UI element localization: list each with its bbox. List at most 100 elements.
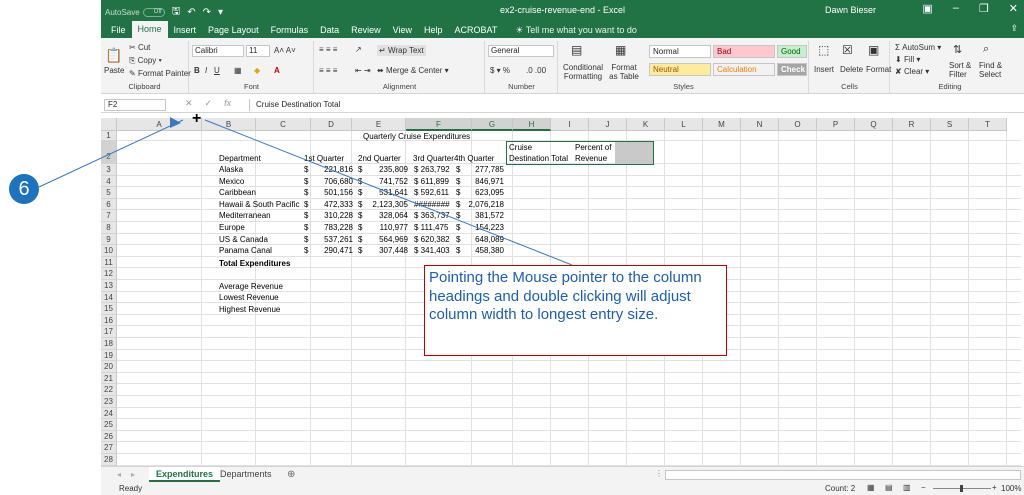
row-header[interactable]: 11: [101, 256, 117, 269]
row-header[interactable]: 4: [101, 175, 117, 188]
q3-value-cell[interactable]: $ 620,382: [414, 234, 450, 245]
sheet-tab-departments[interactable]: Departments: [213, 467, 279, 482]
currency-symbol[interactable]: $: [358, 176, 362, 187]
column-header[interactable]: A: [117, 118, 202, 131]
average-revenue-label[interactable]: Average Revenue: [219, 281, 283, 292]
sort-filter-button[interactable]: Sort & Filter: [949, 61, 979, 79]
q1-value-cell[interactable]: 472,333: [313, 199, 353, 210]
tell-me-search[interactable]: ☀ Tell me what you want to do: [515, 22, 636, 38]
q4-value-cell[interactable]: 623,095: [464, 187, 504, 198]
format-cells-button[interactable]: Format: [866, 65, 891, 74]
column-header[interactable]: I: [551, 118, 589, 131]
department-cell[interactable]: Europe: [219, 222, 245, 233]
tab-insert[interactable]: Insert: [168, 22, 203, 38]
q2-value-cell[interactable]: 328,064: [367, 210, 408, 221]
currency-symbol[interactable]: $: [304, 187, 308, 198]
row-header[interactable]: 16: [101, 314, 117, 327]
format-as-table-button[interactable]: Format as Table: [607, 63, 641, 81]
sheet-tab-expenditures[interactable]: Expenditures: [149, 467, 221, 482]
row-header[interactable]: 20: [101, 361, 117, 373]
tab-review[interactable]: Review: [345, 22, 387, 38]
style-calculation[interactable]: Calculation: [713, 63, 775, 76]
share-icon[interactable]: ⇪: [1010, 23, 1018, 34]
q4-value-cell[interactable]: 2,076,218: [464, 199, 504, 210]
header-percent-line1[interactable]: Percent of: [575, 142, 611, 153]
style-check-cell[interactable]: Check Cell: [777, 63, 807, 76]
currency-symbol[interactable]: $: [358, 199, 362, 210]
italic-icon[interactable]: I: [205, 66, 207, 75]
department-cell[interactable]: Caribbean: [219, 187, 256, 198]
style-neutral[interactable]: Neutral: [649, 63, 711, 76]
style-good[interactable]: Good: [777, 45, 807, 58]
column-header[interactable]: L: [665, 118, 703, 131]
currency-symbol[interactable]: $: [358, 222, 362, 233]
q3-value-cell[interactable]: $ 592,611: [414, 187, 449, 198]
tab-home[interactable]: Home: [131, 21, 168, 38]
clear-button[interactable]: ✘ Clear ▾: [895, 67, 929, 76]
column-header[interactable]: P: [817, 118, 855, 131]
close-icon[interactable]: ✕: [1009, 2, 1018, 15]
currency-symbol[interactable]: $: [456, 199, 460, 210]
row-header[interactable]: 28: [101, 454, 117, 466]
tab-page-layout[interactable]: Page Layout: [202, 22, 265, 38]
column-header[interactable]: O: [779, 118, 817, 131]
enter-icon[interactable]: ✓: [205, 98, 213, 109]
normal-view-icon[interactable]: ▦: [867, 483, 875, 492]
currency-symbol[interactable]: $: [358, 245, 362, 256]
q1-value-cell[interactable]: 783,228: [313, 222, 353, 233]
indent-icons[interactable]: ⇤ ⇥: [355, 66, 371, 75]
zoom-level[interactable]: 100%: [1001, 484, 1021, 493]
fill-color-icon[interactable]: ◆: [254, 66, 260, 75]
header-cruise-line1[interactable]: Cruise: [509, 142, 532, 153]
column-header[interactable]: M: [703, 118, 741, 131]
q1-value-cell[interactable]: 221,816: [313, 164, 353, 175]
department-cell[interactable]: US & Canada: [219, 234, 268, 245]
cancel-icon[interactable]: ✕: [185, 98, 193, 109]
q1-value-cell[interactable]: 706,680: [313, 176, 353, 187]
currency-symbol[interactable]: $: [304, 176, 308, 187]
find-select-icon[interactable]: ⌕: [983, 43, 989, 56]
currency-symbol[interactable]: $: [456, 176, 460, 187]
column-header[interactable]: E: [352, 118, 406, 131]
column-header[interactable]: F: [406, 118, 472, 131]
column-header[interactable]: D: [311, 118, 352, 131]
top-align-icons[interactable]: ≡ ≡ ≡: [319, 45, 337, 54]
currency-symbol[interactable]: $: [358, 164, 362, 175]
column-header[interactable]: K: [627, 118, 665, 131]
accounting-format-icon[interactable]: $ ▾ %: [490, 66, 510, 75]
user-name[interactable]: Dawn Bieser: [825, 5, 876, 15]
highest-revenue-label[interactable]: Highest Revenue: [219, 304, 280, 315]
new-sheet-icon[interactable]: ⊕: [287, 469, 295, 480]
total-expenditures-label[interactable]: Total Expenditures: [219, 258, 290, 269]
zoom-out-icon[interactable]: −: [921, 483, 926, 492]
name-box[interactable]: F2: [104, 99, 166, 111]
lowest-revenue-label[interactable]: Lowest Revenue: [219, 292, 279, 303]
font-size-select[interactable]: 11: [246, 45, 270, 57]
sheet-options-icon[interactable]: ⋮: [655, 469, 663, 478]
fill-button[interactable]: ⬇ Fill ▾: [895, 55, 920, 64]
font-name-select[interactable]: Calibri: [192, 45, 244, 57]
currency-symbol[interactable]: $: [304, 164, 308, 175]
insert-cells-icon[interactable]: ⬚: [818, 43, 829, 57]
q2-value-cell[interactable]: 2,123,305: [367, 199, 408, 210]
conditional-formatting-button[interactable]: Conditional Formatting: [561, 63, 605, 81]
q4-value-cell[interactable]: 846,971: [464, 176, 504, 187]
restore-icon[interactable]: ❐: [979, 2, 989, 15]
currency-symbol[interactable]: $: [456, 164, 460, 175]
department-cell[interactable]: Mexico: [219, 176, 244, 187]
currency-symbol[interactable]: $: [304, 199, 308, 210]
delete-cells-icon[interactable]: ☒: [842, 43, 853, 57]
cut-button[interactable]: ✂ Cut: [129, 43, 150, 52]
row-header[interactable]: 21: [101, 372, 117, 385]
row-header[interactable]: 18: [101, 338, 117, 350]
row-header[interactable]: 9: [101, 233, 117, 246]
format-cells-icon[interactable]: ▣: [868, 43, 879, 57]
row-header[interactable]: 10: [101, 245, 117, 257]
q4-value-cell[interactable]: 277,785: [464, 164, 504, 175]
row-header[interactable]: 15: [101, 303, 117, 315]
department-cell[interactable]: Panama Canal: [219, 245, 272, 256]
conditional-formatting-icon[interactable]: ▤: [571, 43, 582, 57]
insert-cells-button[interactable]: Insert: [814, 65, 834, 74]
tab-help[interactable]: Help: [418, 22, 449, 38]
row-header[interactable]: 22: [101, 384, 117, 396]
